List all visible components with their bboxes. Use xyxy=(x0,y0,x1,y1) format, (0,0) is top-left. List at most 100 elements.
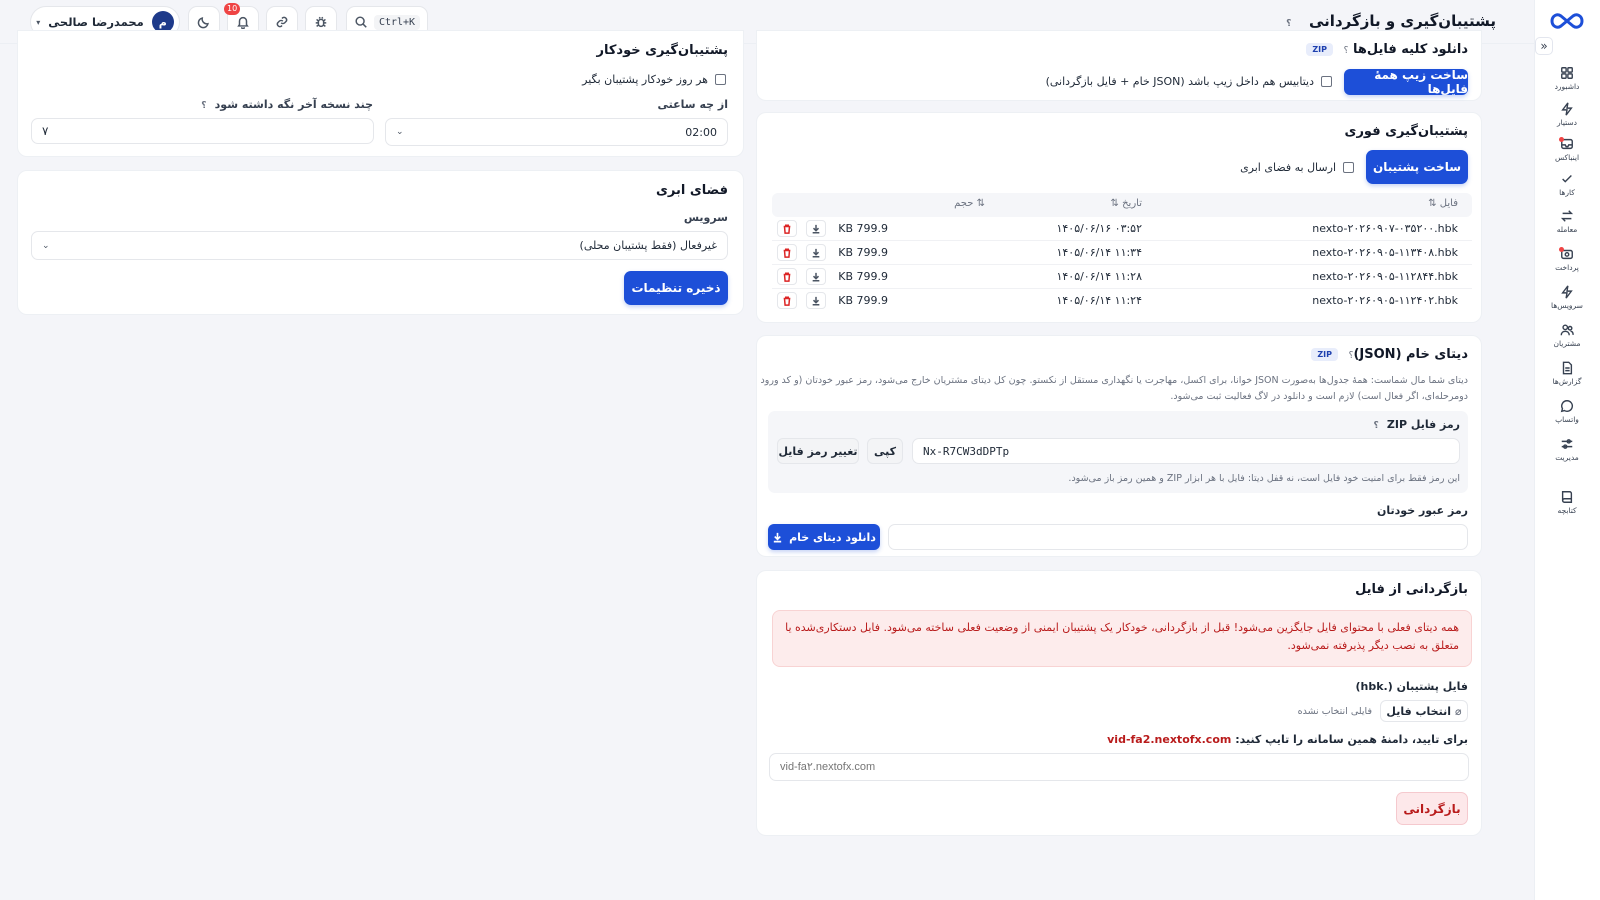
sidebar-item-deal[interactable]: معامله xyxy=(1540,209,1594,243)
create-backup-button[interactable]: ساخت پشتیبان xyxy=(1366,150,1468,184)
auto-backup-title: پشتیبان‌گیری خودکار xyxy=(596,43,728,58)
download-raw-data-button[interactable]: دانلود دیتای خام xyxy=(768,524,880,550)
backup-file-label: فایل پشتیبان (.hbk) xyxy=(1355,680,1468,693)
download-icon[interactable] xyxy=(806,244,826,261)
sidebar-item-tasks[interactable]: کارها xyxy=(1540,172,1594,206)
sidebar-collapse-button[interactable]: « xyxy=(1535,37,1553,55)
table-row: nexto-۲۰۲۶۰۹۰۵-۱۱۲۸۴۴.hbk ۱۱:۲۸ ۱۴۰۵/۰۶/… xyxy=(772,265,1472,289)
column-header-size[interactable]: ⇅ حجم xyxy=(954,198,985,209)
sidebar-item-inbox[interactable]: اینباکس xyxy=(1540,137,1594,171)
confirm-domain-input[interactable] xyxy=(769,753,1469,781)
table-row: nexto-۲۰۲۶۰۹۰۷-۰۳۵۲۰۰.hbk ۰۳:۵۲ ۱۴۰۵/۰۶/… xyxy=(772,217,1472,241)
raw-data-description-1: دیتای شما مال شماست: همهٔ جدول‌ها به‌صور… xyxy=(760,375,1468,386)
restore-button[interactable]: بازگردانی xyxy=(1396,792,1468,825)
notification-count-badge: 10 xyxy=(224,3,241,15)
link-icon xyxy=(276,16,288,28)
daily-backup-checkbox[interactable] xyxy=(715,74,726,85)
check-icon xyxy=(1562,175,1572,183)
app-logo[interactable] xyxy=(1548,8,1586,34)
sidebar-item-whatsapp[interactable]: واتساپ xyxy=(1540,399,1594,433)
help-icon[interactable]: ؟ xyxy=(1344,349,1358,363)
sidebar-item-dashboard[interactable]: داشبورد xyxy=(1540,66,1594,100)
file-date: ۱۱:۲۸ ۱۴۰۵/۰۶/۱۴ xyxy=(1056,270,1142,283)
table-header: فایل ⇅ تاریخ ⇅ ⇅ حجم xyxy=(772,193,1472,217)
help-icon[interactable]: ؟ xyxy=(197,99,211,113)
help-icon[interactable]: ؟ xyxy=(1282,17,1296,31)
download-icon[interactable] xyxy=(806,268,826,285)
file-name: nexto-۲۰۲۶۰۹۰۵-۱۱۲۴۰۲.hbk xyxy=(1312,294,1458,307)
search-shortcut: Ctrl+K xyxy=(373,14,421,30)
keep-label-text: چند نسخه آخر نگه داشته شود xyxy=(214,98,373,111)
report-icon xyxy=(1562,361,1573,375)
sidebar-item-label: داشبورد xyxy=(1554,82,1580,91)
file-name: nexto-۲۰۲۶۰۹۰۵-۱۱۲۸۴۴.hbk xyxy=(1312,270,1458,283)
trash-icon[interactable] xyxy=(777,292,797,309)
sidebar-item-label: معامله xyxy=(1556,225,1578,234)
collapse-icon: « xyxy=(1540,39,1548,53)
zip-password-panel: رمز فایل ZIP ؟ Nx-R7CW3dDPTp کپی تغییر ر… xyxy=(768,411,1468,493)
file-name: nexto-۲۰۲۶۰۹۰۵-۱۱۳۴۰۸.hbk xyxy=(1312,246,1458,259)
sidebar-item-payment[interactable]: پرداخت xyxy=(1540,247,1594,281)
sidebar-item-handbook[interactable]: کتابچه xyxy=(1540,490,1594,524)
sidebar-item-assistant[interactable]: دستیار xyxy=(1540,102,1594,136)
sidebar-item-customers[interactable]: مشتریان xyxy=(1540,323,1594,357)
time-select[interactable]: 02:00 ⌄ xyxy=(385,118,728,146)
bolt-icon xyxy=(1561,102,1573,116)
your-password-label: رمز عبور خودتان xyxy=(1377,504,1468,517)
restore-warning-alert: همه دیتای فعلی با محتوای فایل جایگزین می… xyxy=(772,610,1472,667)
instant-backup-title: پشتیبان‌گیری فوری xyxy=(1344,124,1468,139)
bug-icon xyxy=(315,16,327,28)
confirm-domain-label-text: برای تایید، دامنهٔ همین سامانه را تایپ ک… xyxy=(1235,733,1468,746)
include-database-checkbox[interactable] xyxy=(1321,76,1332,87)
choose-file-label: انتخاب فایل xyxy=(1386,704,1451,718)
file-name: nexto-۲۰۲۶۰۹۰۷-۰۳۵۲۰۰.hbk xyxy=(1312,222,1458,235)
download-all-title: دانلود کلیه فایل‌ها xyxy=(1352,42,1468,57)
download-raw-data-label: دانلود دیتای خام xyxy=(789,530,876,544)
sliders-icon xyxy=(1561,439,1573,449)
choose-file-button[interactable]: ⌀ انتخاب فایل xyxy=(1380,700,1468,722)
raw-data-description-2: دومرحله‌ای، اگر فعال است) لازم است و دان… xyxy=(1170,391,1468,402)
cloud-storage-card: فضای ابری سرویس غیرفعال (فقط پشتیبان محل… xyxy=(17,170,744,315)
file-date: ۱۱:۲۴ ۱۴۰۵/۰۶/۱۴ xyxy=(1056,294,1142,307)
column-header-date[interactable]: تاریخ ⇅ xyxy=(1111,198,1142,209)
sidebar-item-label: مشتریان xyxy=(1553,339,1581,348)
download-icon[interactable] xyxy=(806,292,826,309)
sidebar-item-admin[interactable]: مدیریت xyxy=(1540,437,1594,471)
trash-icon[interactable] xyxy=(777,220,797,237)
send-to-cloud-checkbox[interactable] xyxy=(1343,162,1354,173)
users-icon xyxy=(1560,324,1574,336)
no-file-chosen-text: فایلی انتخاب نشده xyxy=(1297,706,1372,717)
trash-icon[interactable] xyxy=(777,244,797,261)
zip-password-label: رمز فایل ZIP ؟ xyxy=(1369,418,1460,433)
sidebar-item-services[interactable]: سرویس‌ها xyxy=(1540,285,1594,319)
send-to-cloud-label: ارسال به فضای ابری xyxy=(1240,161,1336,174)
service-select[interactable]: غیرفعال (فقط پشتیبان محلی) ⌄ xyxy=(31,231,728,260)
help-icon[interactable]: ؟ xyxy=(1369,419,1383,433)
zip-badge: ZIP xyxy=(1306,43,1333,56)
table-row: nexto-۲۰۲۶۰۹۰۵-۱۱۳۴۰۸.hbk ۱۱:۳۴ ۱۴۰۵/۰۶/… xyxy=(772,241,1472,265)
download-icon[interactable] xyxy=(806,220,826,237)
zip-password-field[interactable]: Nx-R7CW3dDPTp xyxy=(912,438,1460,464)
dashboard-icon xyxy=(1561,67,1573,79)
file-size: 799.9 KB xyxy=(838,222,888,235)
table-row: nexto-۲۰۲۶۰۹۰۵-۱۱۲۴۰۲.hbk ۱۱:۲۴ ۱۴۰۵/۰۶/… xyxy=(772,289,1472,313)
sidebar-item-reports[interactable]: گزارش‌ها xyxy=(1540,361,1594,395)
copy-password-button[interactable]: کپی xyxy=(867,438,903,464)
sidebar-item-label: گزارش‌ها xyxy=(1552,377,1582,386)
your-password-field[interactable] xyxy=(888,524,1468,550)
include-database-label: دیتابیس هم داخل زیپ باشد (JSON خام + فای… xyxy=(1045,75,1314,88)
build-zip-button[interactable]: ساخت زیپ همهٔ فایل‌ها xyxy=(1344,68,1468,96)
save-settings-button[interactable]: ذخیره تنظیمات xyxy=(624,271,728,305)
help-icon[interactable]: ؟ xyxy=(1339,44,1353,58)
sidebar-item-label: اینباکس xyxy=(1554,153,1580,162)
chevron-down-icon: ▾ xyxy=(36,17,41,27)
restore-warning-line-2: متعلق به نصب دیگر پذیرفته نمی‌شود. xyxy=(1287,639,1459,652)
raw-data-title: دیتای خام (JSON) xyxy=(1353,347,1468,362)
column-header-file[interactable]: فایل ⇅ xyxy=(1428,198,1458,209)
file-date: ۱۱:۳۴ ۱۴۰۵/۰۶/۱۴ xyxy=(1056,246,1142,259)
trash-icon[interactable] xyxy=(777,268,797,285)
book-icon xyxy=(1561,491,1573,503)
change-password-button[interactable]: تغییر رمز فایل xyxy=(777,438,859,464)
keep-count-input[interactable]: ۷ xyxy=(31,118,374,144)
zip-password-label-text: رمز فایل ZIP xyxy=(1386,418,1460,431)
